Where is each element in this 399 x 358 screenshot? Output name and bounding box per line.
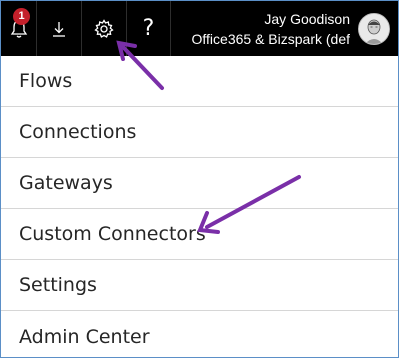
- menu-item-admin-center[interactable]: Admin Center: [1, 311, 398, 357]
- download-icon: [51, 20, 67, 38]
- account-name: Jay Goodison: [264, 10, 350, 27]
- settings-dropdown-panel: 1 ? Jay Goodison Office365 & Bizspark (d…: [0, 0, 399, 358]
- avatar-icon[interactable]: [358, 12, 390, 45]
- menu-item-gateways[interactable]: Gateways: [1, 158, 398, 209]
- gear-icon: [94, 18, 114, 39]
- account-menu[interactable]: Jay Goodison Office365 & Bizspark (def: [171, 1, 398, 56]
- account-organization: Office365 & Bizspark (def: [191, 30, 350, 47]
- menu-item-connections[interactable]: Connections: [1, 107, 398, 158]
- help-button[interactable]: ?: [127, 1, 171, 56]
- settings-gear-button[interactable]: [82, 1, 127, 56]
- notification-count-badge: 1: [13, 8, 30, 25]
- download-button[interactable]: [37, 1, 82, 56]
- top-navigation-bar: 1 ? Jay Goodison Office365 & Bizspark (d…: [1, 1, 398, 56]
- menu-item-flows[interactable]: Flows: [1, 56, 398, 107]
- notifications-button[interactable]: 1: [1, 1, 37, 56]
- help-icon: ?: [142, 16, 155, 41]
- settings-menu: Flows Connections Gateways Custom Connec…: [1, 56, 398, 357]
- menu-item-settings[interactable]: Settings: [1, 260, 398, 311]
- menu-item-custom-connectors[interactable]: Custom Connectors: [1, 209, 398, 260]
